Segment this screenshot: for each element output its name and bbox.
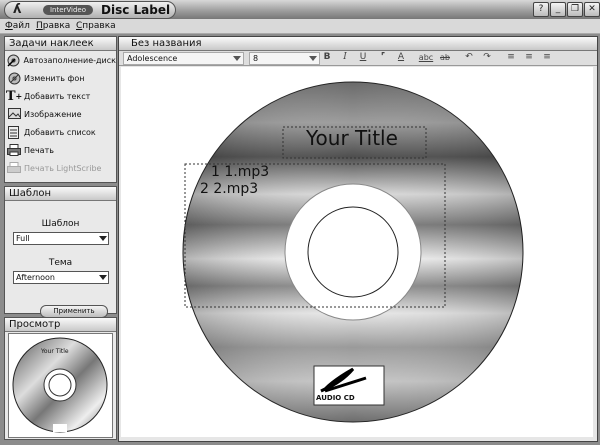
brand-name: InterVideo — [43, 5, 93, 15]
task-add-text[interactable]: T + Добавить текст — [5, 87, 116, 105]
title-bar: ʎ InterVideo Disc Label ? _ ❐ ✕ — [0, 0, 600, 20]
preview-thumbnail: Your Title — [8, 333, 113, 438]
minimize-button[interactable]: _ — [550, 2, 566, 17]
font-select-value: Adolescence — [127, 54, 178, 63]
spell-check-button[interactable]: abc — [417, 52, 435, 63]
format-toolbar: Adolescence 8 B I U ⌜ A abc ab ↶ ↷ ≡ ≡ ≡ — [119, 51, 597, 66]
menu-bar: Файл Правка Справка — [0, 19, 600, 34]
background-disc-icon — [7, 71, 21, 85]
tasks-panel-title: Задачи наклеек — [5, 37, 116, 51]
task-image[interactable]: Изображение — [5, 105, 116, 123]
align-left-icon[interactable]: ≡ — [505, 52, 517, 63]
task-add-list[interactable]: Добавить список — [5, 123, 116, 141]
image-icon — [7, 107, 21, 121]
task-print[interactable]: Печать — [5, 141, 116, 159]
undo-icon[interactable]: ↶ — [463, 52, 475, 63]
task-label: Добавить текст — [24, 91, 91, 101]
text-plus-icon: T + — [5, 88, 23, 104]
app-chevron-icon: ʎ — [13, 2, 22, 17]
task-change-background[interactable]: Изменить фон — [5, 69, 116, 87]
tasks-panel: Задачи наклеек Автозаполнение-диск Измен… — [4, 36, 117, 183]
label-canvas[interactable]: Your Title 1 1.mp3 2 2.mp3 AUDIO CD — [121, 67, 593, 437]
audio-cd-logo: AUDIO CD — [316, 394, 355, 402]
task-label: Автозаполнение-диск — [23, 55, 117, 65]
template-panel-title: Шаблон — [5, 187, 116, 201]
app-title: Disc Label — [101, 3, 171, 17]
lightscribe-printer-icon — [7, 161, 21, 175]
chevron-down-icon — [233, 56, 241, 61]
task-autofill[interactable]: Автозаполнение-диск — [5, 51, 116, 69]
text-color-button[interactable]: A — [395, 52, 407, 63]
align-center-icon[interactable]: ≡ — [523, 52, 535, 63]
template-panel: Шаблон Шаблон Full Тема Afternoon — [4, 186, 117, 314]
track-2[interactable]: 2 2.mp3 — [200, 181, 258, 197]
menu-help[interactable]: Справка — [76, 21, 116, 31]
font-select[interactable]: Adolescence — [123, 52, 244, 65]
size-select-value: 8 — [253, 54, 259, 63]
chevron-down-icon — [99, 275, 107, 280]
document-window: Без названия Adolescence 8 B I U ⌜ A abc… — [118, 36, 598, 442]
theme-label: Тема — [48, 258, 73, 268]
preview-panel-title: Просмотр — [5, 318, 116, 332]
template-select-value: Full — [16, 234, 30, 243]
theme-select-value: Afternoon — [16, 273, 55, 282]
bold-button[interactable]: B — [321, 52, 333, 63]
align-right-icon[interactable]: ≡ — [541, 52, 553, 63]
template-label: Шаблон — [41, 219, 80, 229]
task-label: Изменить фон — [24, 73, 85, 83]
app-logo: ʎ InterVideo Disc Label — [4, 1, 176, 19]
border-icon[interactable]: ⌜ — [377, 52, 389, 63]
task-label: Изображение — [24, 109, 82, 119]
italic-button[interactable]: I — [339, 52, 351, 63]
menu-file[interactable]: Файл — [5, 21, 30, 31]
document-title: Без названия — [119, 37, 597, 51]
task-label: Печать — [24, 145, 54, 155]
label-title[interactable]: Your Title — [306, 126, 398, 150]
redo-icon[interactable]: ↷ — [481, 52, 493, 63]
help-button[interactable]: ? — [533, 2, 549, 17]
task-label: Печать LightScribe — [24, 163, 102, 173]
disc-label — [182, 81, 524, 423]
close-button[interactable]: ✕ — [584, 2, 600, 17]
preview-title: Your Title — [41, 348, 69, 355]
preview-panel: Просмотр Your Title — [4, 317, 117, 440]
task-print-lightscribe[interactable]: Печать LightScribe — [5, 159, 116, 177]
disc-wand-icon — [7, 53, 21, 67]
menu-edit[interactable]: Правка — [36, 21, 70, 31]
restore-button[interactable]: ❐ — [567, 2, 583, 17]
printer-icon — [7, 143, 21, 157]
track-1[interactable]: 1 1.mp3 — [211, 164, 269, 180]
task-label: Добавить список — [24, 127, 96, 137]
size-select[interactable]: 8 — [249, 52, 320, 65]
document-title-text: Без названия — [131, 38, 202, 49]
chevron-down-icon — [309, 56, 317, 61]
effects-button[interactable]: ab — [437, 52, 453, 63]
underline-button[interactable]: U — [357, 52, 369, 63]
template-select[interactable]: Full — [13, 232, 109, 245]
theme-select[interactable]: Afternoon — [13, 271, 109, 284]
list-icon — [7, 125, 21, 139]
chevron-down-icon — [99, 236, 107, 241]
